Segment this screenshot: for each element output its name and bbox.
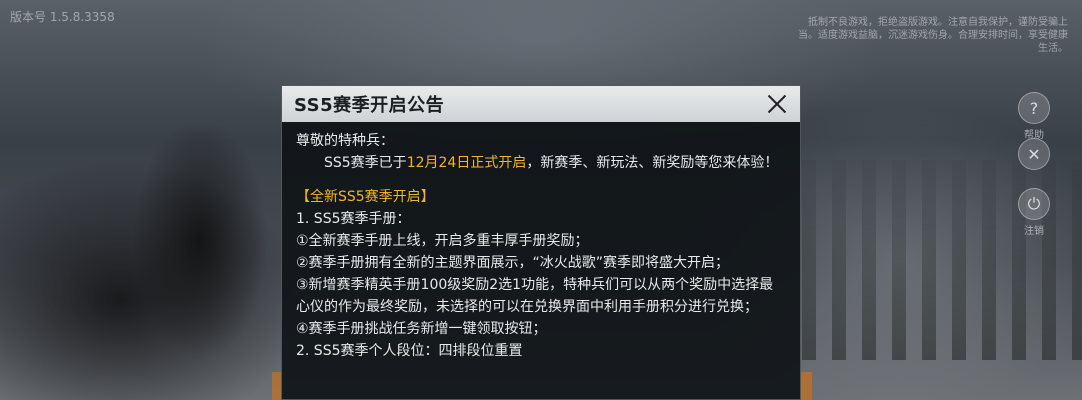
logout-label: 注销 xyxy=(1024,226,1044,237)
greeting: 尊敬的特种兵： xyxy=(296,133,394,149)
logout-button[interactable]: ⏻ 注销 xyxy=(1004,188,1064,237)
intro-date-highlight: 12月24日正式开启 xyxy=(406,155,527,171)
dialog-body[interactable]: 尊敬的特种兵： SS5赛季已于12月24日正式开启，新赛季、新玩法、新奖励等您来… xyxy=(282,122,800,362)
tools-button[interactable]: ✕ xyxy=(1004,138,1064,170)
tools-icon: ✕ xyxy=(1018,138,1050,170)
list-item: ①全新赛季手册上线，开启多重丰厚手册奖励； xyxy=(296,233,589,249)
close-button[interactable] xyxy=(764,91,790,117)
background-button-edge xyxy=(800,372,812,400)
list-item: ④赛季手册挑战任务新增一键领取按钮； xyxy=(296,321,547,337)
dialog-header: SS5赛季开启公告 xyxy=(282,86,800,122)
background-character xyxy=(90,70,300,400)
list-item: ②赛季手册拥有全新的主题界面展示，“冰火战歌”赛季即将盛大开启； xyxy=(296,255,730,271)
list-item: 1. SS5赛季手册： xyxy=(296,211,411,227)
announcement-dialog: SS5赛季开启公告 尊敬的特种兵： SS5赛季已于12月24日正式开启，新赛季、… xyxy=(281,85,801,400)
power-icon: ⏻ xyxy=(1018,188,1050,220)
intro-text: SS5赛季已于 xyxy=(324,155,407,171)
section-heading: 【全新SS5赛季开启】 xyxy=(296,189,435,205)
list-item: ③新增赛季精英手册100级奖励2选1功能，特种兵们可以从两个奖励中选择最心仪的作… xyxy=(296,277,774,315)
health-notice: 抵制不良游戏，拒绝盗版游戏。注意自我保护，谨防受骗上当。适度游戏益脑，沉迷游戏伤… xyxy=(798,17,1068,54)
intro-paragraph: SS5赛季已于12月24日正式开启，新赛季、新玩法、新奖励等您来体验！ xyxy=(296,152,786,174)
version-label: 版本号 1.5.8.3358 xyxy=(10,10,115,24)
help-icon: ? xyxy=(1018,92,1050,124)
intro-text-end: ，新赛季、新玩法、新奖励等您来体验！ xyxy=(526,155,779,171)
help-button[interactable]: ? 帮助 xyxy=(1004,92,1064,141)
list-item: 2. SS5赛季个人段位：四排段位重置 xyxy=(296,343,523,359)
dialog-title: SS5赛季开启公告 xyxy=(294,95,445,116)
